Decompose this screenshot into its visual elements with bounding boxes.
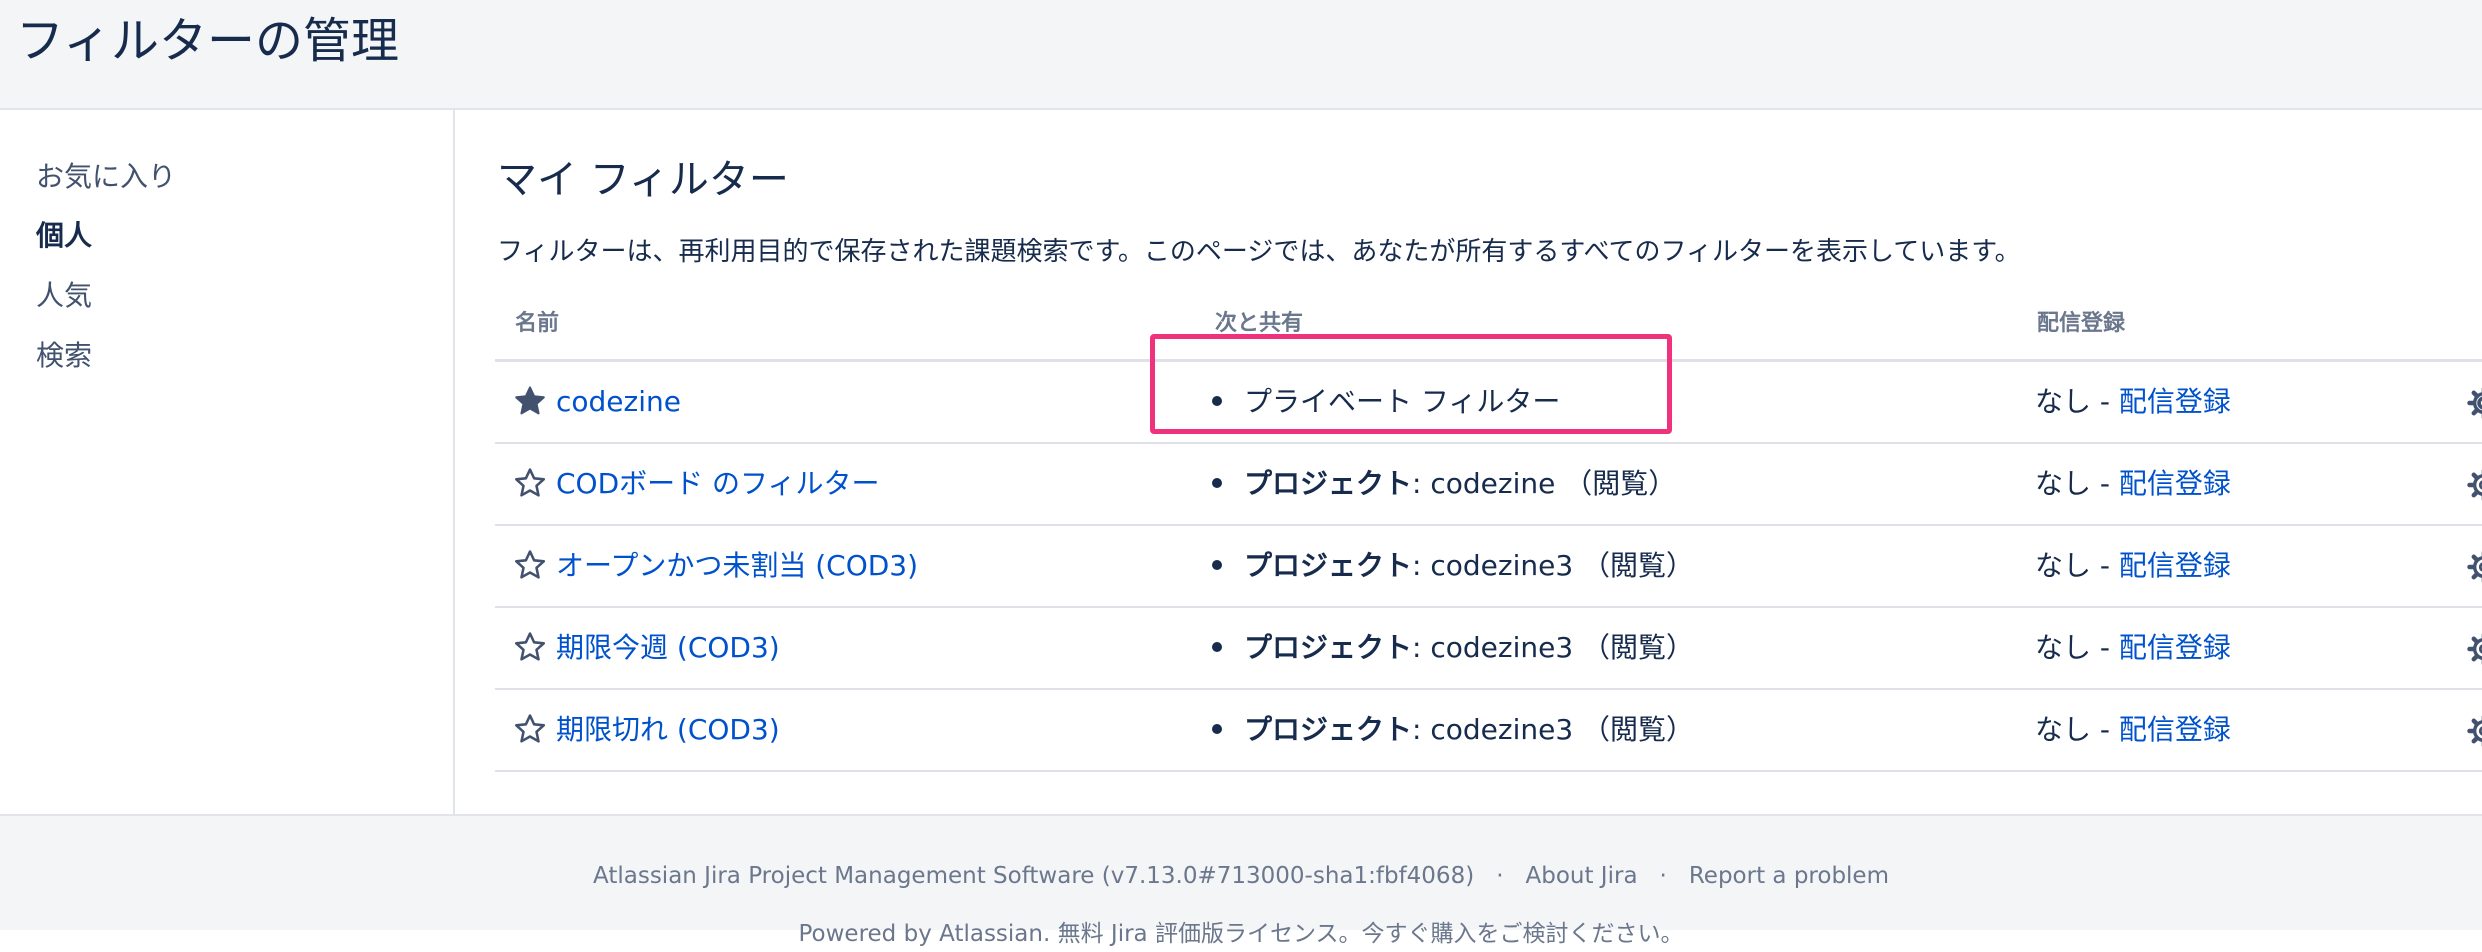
table-row: オープンかつ未割当 (COD3) プロジェクト: codezine3 （閲覧） … xyxy=(495,526,2482,608)
subscription-cell: なし - 配信登録 xyxy=(2035,544,2231,588)
subscribe-link[interactable]: 配信登録 xyxy=(2119,385,2231,418)
footer-separator: · xyxy=(1659,863,1667,889)
share-label: プロジェクト xyxy=(1244,713,1413,746)
bullet-icon xyxy=(1212,724,1222,734)
share-cell: プロジェクト: codezine3 （閲覧） xyxy=(1212,708,1694,752)
sidebar-item-search[interactable]: 検索 xyxy=(36,336,92,376)
star-outline-icon[interactable] xyxy=(513,630,547,664)
share-cell: プライベート フィルター xyxy=(1212,380,1560,424)
share-text: : codezine3 （閲覧） xyxy=(1412,713,1695,746)
share-text: : codezine （閲覧） xyxy=(1412,467,1677,500)
share-cell: プロジェクト: codezine3 （閲覧） xyxy=(1212,544,1694,588)
filter-name-link[interactable]: 期限切れ (COD3) xyxy=(556,708,780,752)
table-row: codezine プライベート フィルター なし - 配信登録 xyxy=(495,362,2482,444)
page-description: フィルターは、再利用目的で保存された課題検索です。このページでは、あなたが所有す… xyxy=(497,237,2021,267)
table-row: 期限切れ (COD3) プロジェクト: codezine3 （閲覧） なし - … xyxy=(495,690,2482,772)
star-outline-icon[interactable] xyxy=(513,712,547,746)
subscribe-link[interactable]: 配信登録 xyxy=(2119,467,2231,500)
subscription-cell: なし - 配信登録 xyxy=(2035,708,2231,752)
subscribe-link[interactable]: 配信登録 xyxy=(2119,713,2231,746)
column-header-name[interactable]: 名前 xyxy=(515,306,559,342)
filter-name-link[interactable]: codezine xyxy=(556,380,681,424)
sidebar: お気に入り 個人 人気 検索 xyxy=(0,110,455,814)
subscribe-link[interactable]: 配信登録 xyxy=(2119,549,2231,582)
page-header: フィルターの管理 xyxy=(0,0,2482,110)
bullet-icon xyxy=(1212,478,1222,488)
share-text: : codezine3 （閲覧） xyxy=(1412,631,1695,664)
gear-icon[interactable] xyxy=(2467,632,2482,666)
sidebar-item-my[interactable]: 個人 xyxy=(36,216,92,256)
subscription-cell: なし - 配信登録 xyxy=(2035,380,2231,424)
gear-icon[interactable] xyxy=(2467,550,2482,584)
share-text: : codezine3 （閲覧） xyxy=(1412,549,1695,582)
footer-separator: · xyxy=(1496,863,1504,889)
subscription-cell: なし - 配信登録 xyxy=(2035,626,2231,670)
gear-icon[interactable] xyxy=(2467,468,2482,502)
main-content: マイ フィルター フィルターは、再利用目的で保存された課題検索です。このページで… xyxy=(457,110,2482,814)
about-jira-link[interactable]: About Jira xyxy=(1526,863,1638,889)
share-cell: プロジェクト: codezine （閲覧） xyxy=(1212,462,1676,506)
report-problem-link[interactable]: Report a problem xyxy=(1689,863,1889,889)
share-cell: プロジェクト: codezine3 （閲覧） xyxy=(1212,626,1694,670)
subscription-cell: なし - 配信登録 xyxy=(2035,462,2231,506)
column-header-shared-with: 次と共有 xyxy=(1215,311,1304,336)
gear-icon[interactable] xyxy=(2467,714,2482,748)
sidebar-item-favorites[interactable]: お気に入り xyxy=(36,157,176,197)
section-title: マイ フィルター xyxy=(497,157,789,203)
subscription-status: なし - xyxy=(2035,713,2119,746)
footer-version-text: Atlassian Jira Project Management Softwa… xyxy=(593,863,1475,889)
footer: Atlassian Jira Project Management Softwa… xyxy=(0,814,2482,947)
page-title: フィルターの管理 xyxy=(16,13,400,69)
subscription-status: なし - xyxy=(2035,385,2119,418)
filter-name-link[interactable]: CODボード のフィルター xyxy=(556,462,880,506)
bullet-icon xyxy=(1212,560,1222,570)
filter-name-link[interactable]: 期限今週 (COD3) xyxy=(556,626,780,670)
bullet-icon xyxy=(1212,642,1222,652)
share-label: プロジェクト xyxy=(1244,631,1413,664)
subscription-status: なし - xyxy=(2035,631,2119,664)
filter-name-link[interactable]: オープンかつ未割当 (COD3) xyxy=(556,544,918,588)
star-outline-icon[interactable] xyxy=(513,548,547,582)
subscribe-link[interactable]: 配信登録 xyxy=(2119,631,2231,664)
table-row: CODボード のフィルター プロジェクト: codezine （閲覧） なし -… xyxy=(495,444,2482,526)
column-header-subscriptions: 配信登録 xyxy=(2037,311,2126,336)
footer-powered-text: Powered by Atlassian. 無料 Jira 評価版ライセンス。今… xyxy=(798,921,1684,947)
share-label: プロジェクト xyxy=(1244,467,1413,500)
footer-links: Atlassian Jira Project Management Softwa… xyxy=(0,858,2482,894)
subscription-status: なし - xyxy=(2035,467,2119,500)
sidebar-item-popular[interactable]: 人気 xyxy=(36,276,92,316)
star-outline-icon[interactable] xyxy=(513,466,547,500)
table-row: 期限今週 (COD3) プロジェクト: codezine3 （閲覧） なし - … xyxy=(495,608,2482,690)
gear-icon[interactable] xyxy=(2467,386,2482,420)
subscription-status: なし - xyxy=(2035,549,2119,582)
bullet-icon xyxy=(1212,396,1222,406)
share-label: プロジェクト xyxy=(1244,549,1413,582)
star-filled-icon[interactable] xyxy=(513,384,547,418)
share-text: プライベート フィルター xyxy=(1244,385,1561,418)
